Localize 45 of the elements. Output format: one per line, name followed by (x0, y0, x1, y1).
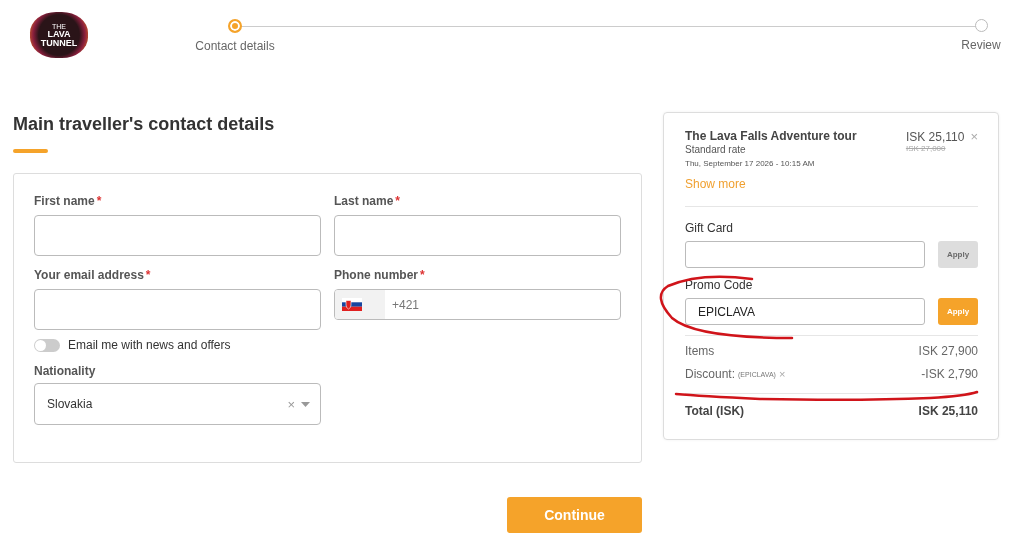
logo-text: LAVA (47, 29, 71, 39)
gift-card-field[interactable] (685, 241, 925, 268)
items-label: Items (685, 344, 715, 358)
text-field[interactable] (334, 215, 621, 256)
total-label: Total (ISK) (685, 404, 745, 418)
tour-name: The Lava Falls Adventure tour (685, 129, 857, 143)
heading-accent (13, 149, 48, 153)
field-label: Phone number (334, 268, 418, 282)
field-label: First name (34, 194, 95, 208)
email-field[interactable] (34, 289, 321, 330)
phone-number-input[interactable]: +421 (392, 297, 620, 312)
logo-text: TUNNEL (40, 38, 78, 48)
promo-code-field[interactable]: EPICLAVA (685, 298, 925, 325)
field-label: Your email address (34, 268, 144, 282)
step-label[interactable]: Review (961, 38, 1001, 52)
remove-icon[interactable]: × (778, 368, 786, 380)
text-field[interactable] (34, 215, 321, 256)
required-mark: * (96, 194, 102, 208)
old-price: ISK 27,000 (905, 144, 947, 153)
remove-icon[interactable]: × (970, 129, 978, 144)
total-amount: ISK 25,110 (918, 404, 978, 418)
discount-amount: -ISK 2,790 (921, 367, 978, 381)
page-heading: Main traveller's contact details (13, 114, 276, 135)
required-mark: * (420, 268, 425, 282)
toggle-label: Email me with news and offers (68, 338, 231, 352)
rate-label: Standard rate (685, 144, 747, 155)
toggle-switch[interactable] (34, 338, 60, 352)
caret-icon (301, 401, 310, 407)
field-label: Gift Card (685, 221, 734, 235)
tour-price: ISK 25,110 (905, 129, 965, 144)
clear-icon[interactable]: × (287, 396, 295, 412)
phone-field[interactable]: +421 (334, 289, 621, 320)
nationality-select[interactable]: Slovakia × (34, 383, 321, 425)
field-label: Nationality (34, 364, 96, 378)
required-mark: * (145, 268, 151, 282)
step-label[interactable]: Contact details (195, 39, 275, 53)
show-more-link[interactable]: Show more (685, 177, 746, 191)
tour-date: Thu, September 17 2026 - 10:15 AM (685, 159, 816, 168)
items-amount: ISK 27,900 (918, 344, 978, 358)
country-selector[interactable] (335, 290, 385, 319)
field-label: Last name (334, 194, 394, 208)
required-mark: * (395, 194, 401, 208)
flag-icon (342, 298, 362, 311)
field-label: Promo Code (685, 278, 754, 292)
discount-label: Discount: (685, 367, 736, 381)
